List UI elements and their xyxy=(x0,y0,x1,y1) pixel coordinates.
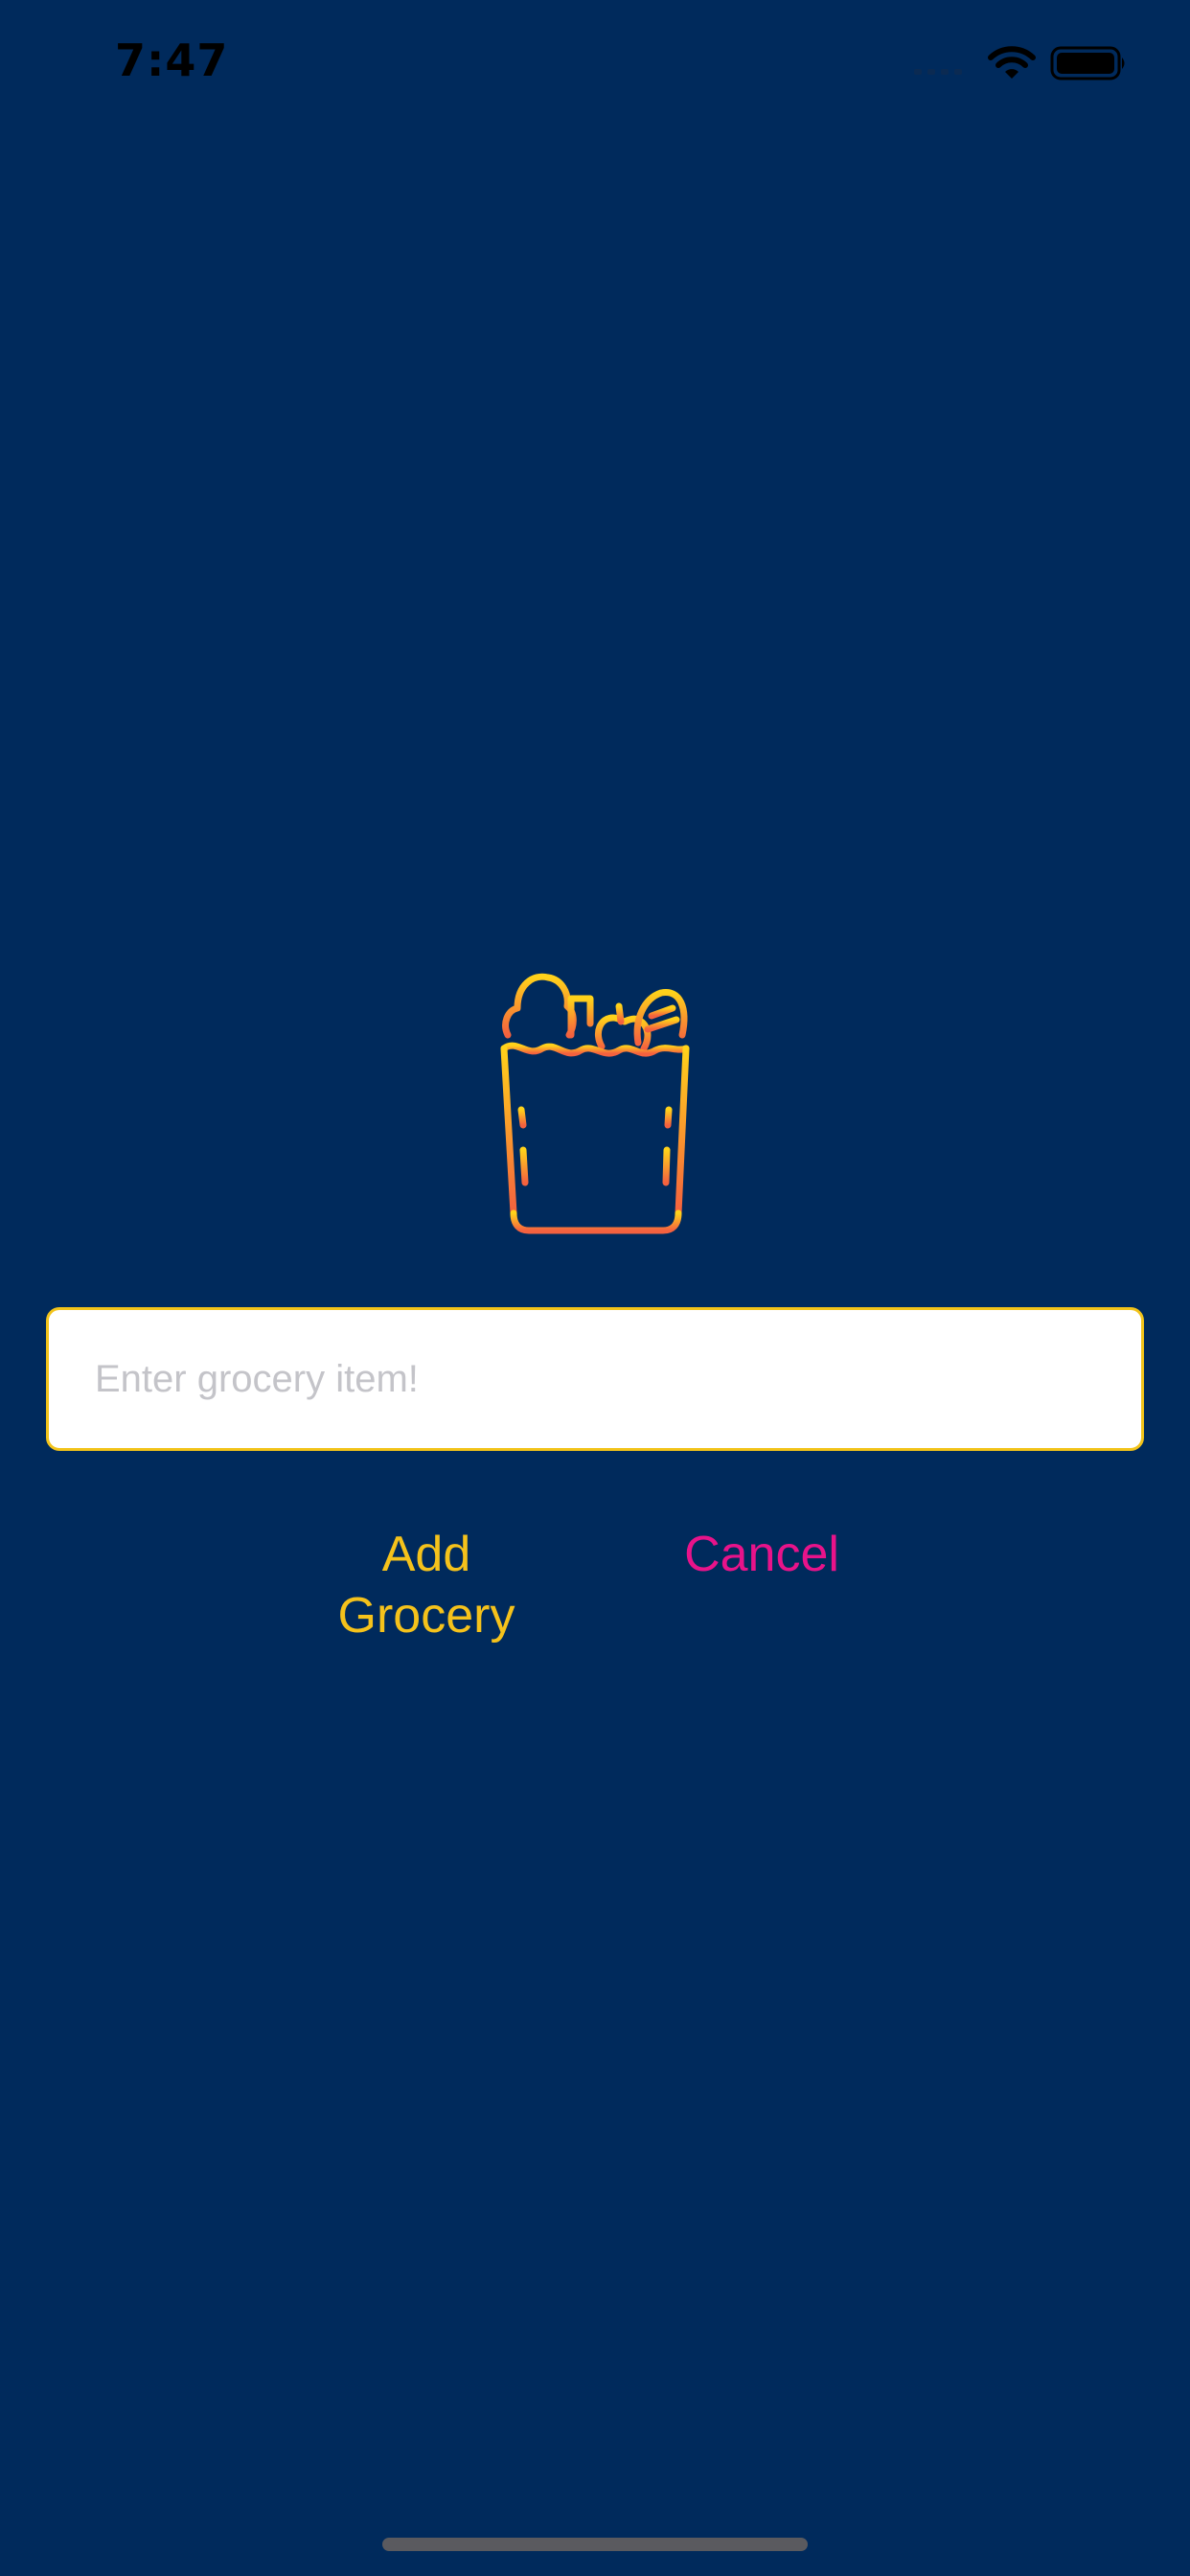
grocery-bag-icon xyxy=(500,973,690,1234)
grocery-item-input[interactable] xyxy=(49,1310,1141,1448)
cancel-label: Cancel xyxy=(684,1527,839,1582)
add-grocery-button[interactable]: Add Grocery xyxy=(316,1524,537,1646)
grocery-input-container xyxy=(46,1307,1144,1451)
status-icons xyxy=(912,42,1142,84)
home-indicator[interactable] xyxy=(382,2538,808,2551)
wifi-icon xyxy=(988,46,1036,79)
add-grocery-label-line2: Grocery xyxy=(337,1588,515,1644)
battery-icon xyxy=(1050,46,1125,80)
cancel-button[interactable]: Cancel xyxy=(661,1524,862,1585)
cellular-signal-icon xyxy=(914,69,962,75)
add-grocery-label-line1: Add xyxy=(381,1527,471,1582)
status-time: 7:47 xyxy=(115,34,229,86)
add-grocery-screen: 7:47 Enter grocery item! Add Grocery Can… xyxy=(0,0,1190,2576)
